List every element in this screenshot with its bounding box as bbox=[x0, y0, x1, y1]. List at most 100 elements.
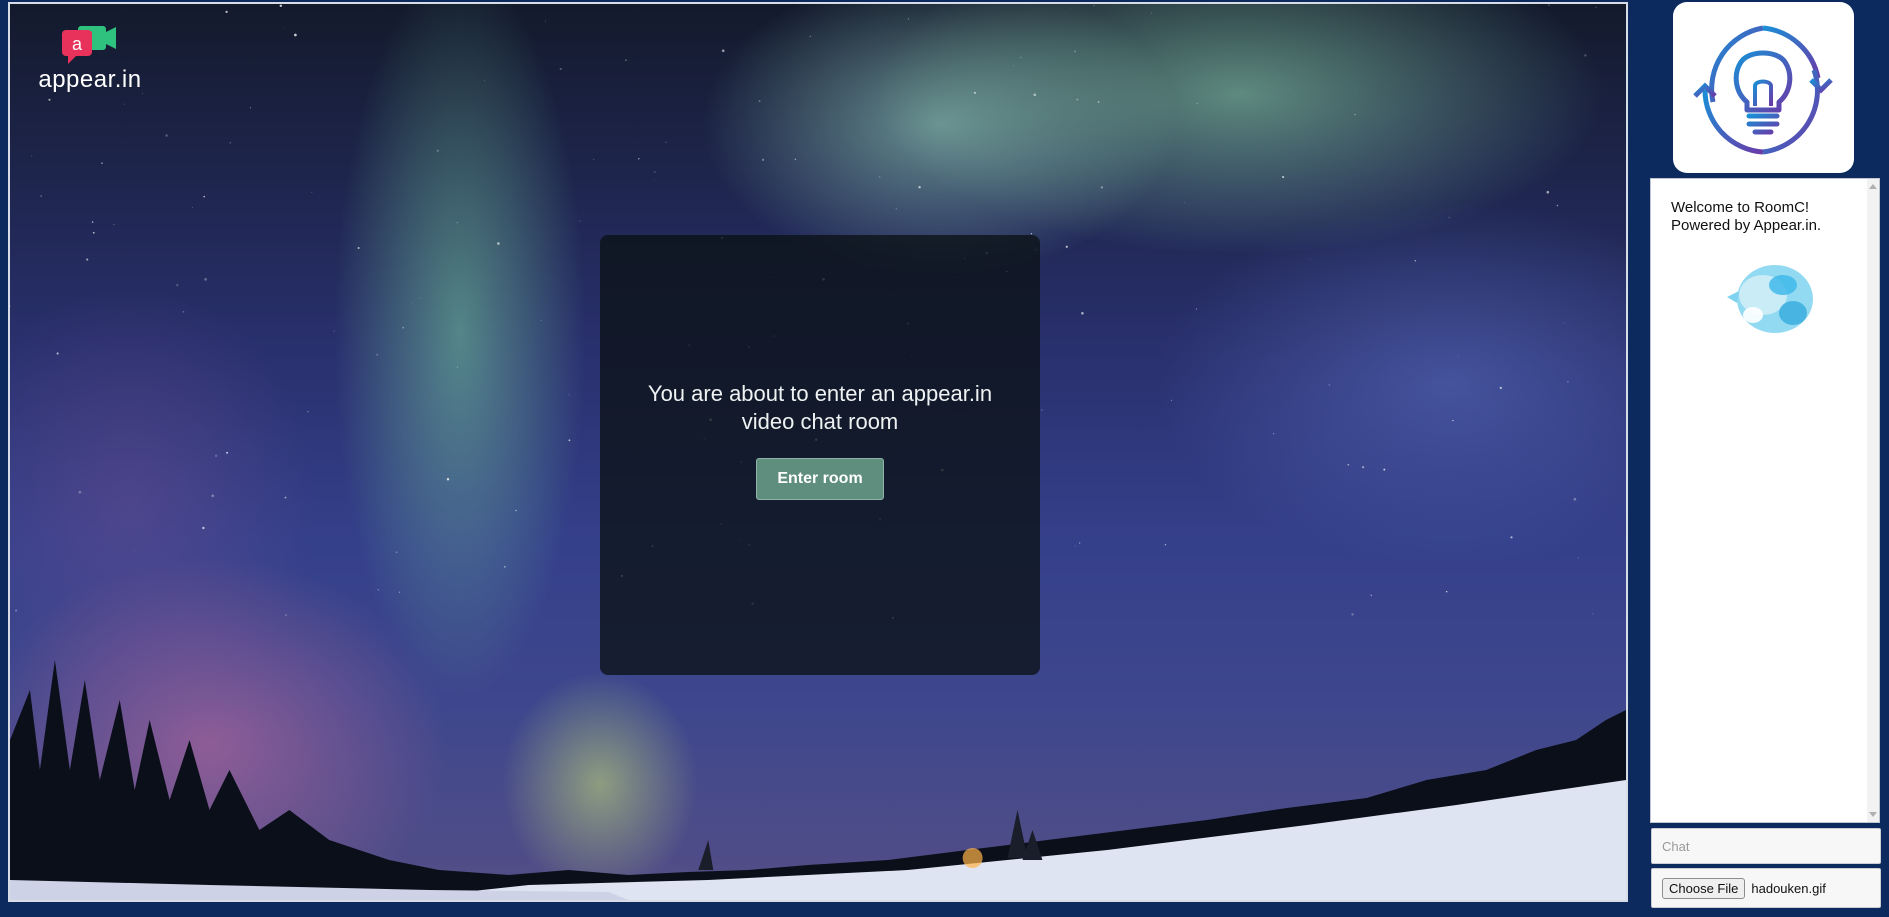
star bbox=[1383, 468, 1386, 471]
star bbox=[165, 134, 168, 137]
star bbox=[1097, 100, 1100, 103]
file-picker: Choose File hadouken.gif bbox=[1651, 868, 1881, 908]
star bbox=[973, 91, 976, 94]
star bbox=[311, 192, 313, 193]
star bbox=[1414, 260, 1417, 262]
star bbox=[101, 162, 103, 165]
star bbox=[411, 303, 413, 304]
star bbox=[1013, 65, 1015, 67]
star bbox=[1595, 6, 1597, 8]
star bbox=[333, 330, 335, 332]
chat-input[interactable] bbox=[1651, 828, 1881, 864]
star bbox=[202, 526, 205, 530]
star bbox=[1069, 8, 1071, 10]
chat-welcome-line1: Welcome to RoomC! bbox=[1671, 199, 1810, 216]
star bbox=[579, 220, 581, 222]
star bbox=[78, 490, 82, 494]
star bbox=[457, 366, 459, 368]
star bbox=[761, 158, 765, 161]
star bbox=[1100, 186, 1104, 189]
lightbulb-refresh-icon bbox=[1693, 25, 1833, 155]
star bbox=[1033, 93, 1037, 97]
star bbox=[497, 242, 500, 245]
star bbox=[907, 18, 910, 20]
star bbox=[282, 26, 284, 28]
star bbox=[758, 100, 761, 102]
star bbox=[123, 103, 125, 105]
star bbox=[625, 59, 627, 61]
star bbox=[1362, 466, 1365, 469]
star bbox=[1273, 433, 1275, 435]
star bbox=[376, 353, 379, 356]
chat-welcome-line2: Powered by Appear.in. bbox=[1671, 217, 1822, 234]
star bbox=[192, 206, 194, 208]
star bbox=[1567, 381, 1569, 383]
star bbox=[1290, 88, 1292, 90]
star bbox=[113, 223, 115, 226]
choose-file-button[interactable]: Choose File bbox=[1662, 877, 1746, 899]
star bbox=[568, 439, 571, 442]
scroll-up-icon[interactable] bbox=[1869, 184, 1877, 189]
star bbox=[1020, 56, 1022, 59]
star bbox=[559, 67, 562, 71]
scroll-down-icon[interactable] bbox=[1869, 812, 1877, 817]
star bbox=[1195, 308, 1198, 310]
enter-room-dialog: You are about to enter an appear.in vide… bbox=[600, 235, 1040, 675]
star bbox=[31, 155, 33, 157]
star bbox=[284, 496, 287, 499]
star bbox=[484, 80, 486, 82]
star bbox=[1041, 409, 1043, 411]
logo-text: appear.in bbox=[38, 66, 142, 93]
star bbox=[653, 179, 655, 181]
star bbox=[809, 35, 811, 37]
star bbox=[86, 258, 89, 261]
star bbox=[182, 311, 185, 313]
star bbox=[1328, 383, 1331, 386]
star bbox=[279, 4, 283, 8]
star bbox=[1196, 102, 1198, 104]
star bbox=[1510, 536, 1513, 539]
appear-in-logo-icon: a bbox=[62, 26, 116, 64]
appear-in-logo[interactable]: a appear.in bbox=[30, 22, 150, 102]
video-stage: a appear.in You are about to enter an ap… bbox=[8, 2, 1628, 902]
star bbox=[176, 283, 179, 287]
chat-scrollbar[interactable] bbox=[1867, 179, 1879, 822]
star bbox=[229, 142, 232, 144]
star bbox=[1093, 5, 1095, 7]
star bbox=[515, 509, 517, 512]
star bbox=[357, 246, 360, 250]
selected-file-name: hadouken.gif bbox=[1751, 880, 1826, 896]
star bbox=[249, 107, 252, 109]
star bbox=[1076, 98, 1079, 101]
star bbox=[211, 494, 214, 498]
star bbox=[446, 478, 450, 481]
star bbox=[456, 222, 458, 224]
star bbox=[1183, 202, 1185, 203]
star bbox=[918, 186, 921, 189]
star bbox=[895, 208, 897, 210]
star bbox=[568, 394, 570, 396]
star bbox=[1546, 190, 1550, 194]
star bbox=[653, 170, 656, 173]
star bbox=[1548, 4, 1550, 6]
star bbox=[721, 49, 725, 53]
star bbox=[294, 33, 297, 37]
star bbox=[1347, 463, 1350, 466]
enter-room-message: You are about to enter an appear.in vide… bbox=[647, 381, 993, 434]
star bbox=[92, 231, 95, 234]
star bbox=[1584, 54, 1587, 57]
star bbox=[540, 320, 542, 321]
star bbox=[879, 176, 881, 178]
star bbox=[56, 352, 59, 355]
star bbox=[226, 451, 229, 454]
star bbox=[1573, 497, 1577, 501]
star bbox=[1458, 356, 1459, 357]
star bbox=[638, 158, 640, 160]
enter-room-button[interactable]: Enter room bbox=[756, 458, 884, 500]
star bbox=[204, 278, 207, 281]
star bbox=[1564, 322, 1565, 324]
star bbox=[1556, 204, 1559, 207]
star bbox=[436, 149, 439, 152]
star bbox=[225, 10, 228, 14]
chat-log[interactable]: Welcome to RoomC! Powered by Appear.in. bbox=[1650, 178, 1880, 823]
